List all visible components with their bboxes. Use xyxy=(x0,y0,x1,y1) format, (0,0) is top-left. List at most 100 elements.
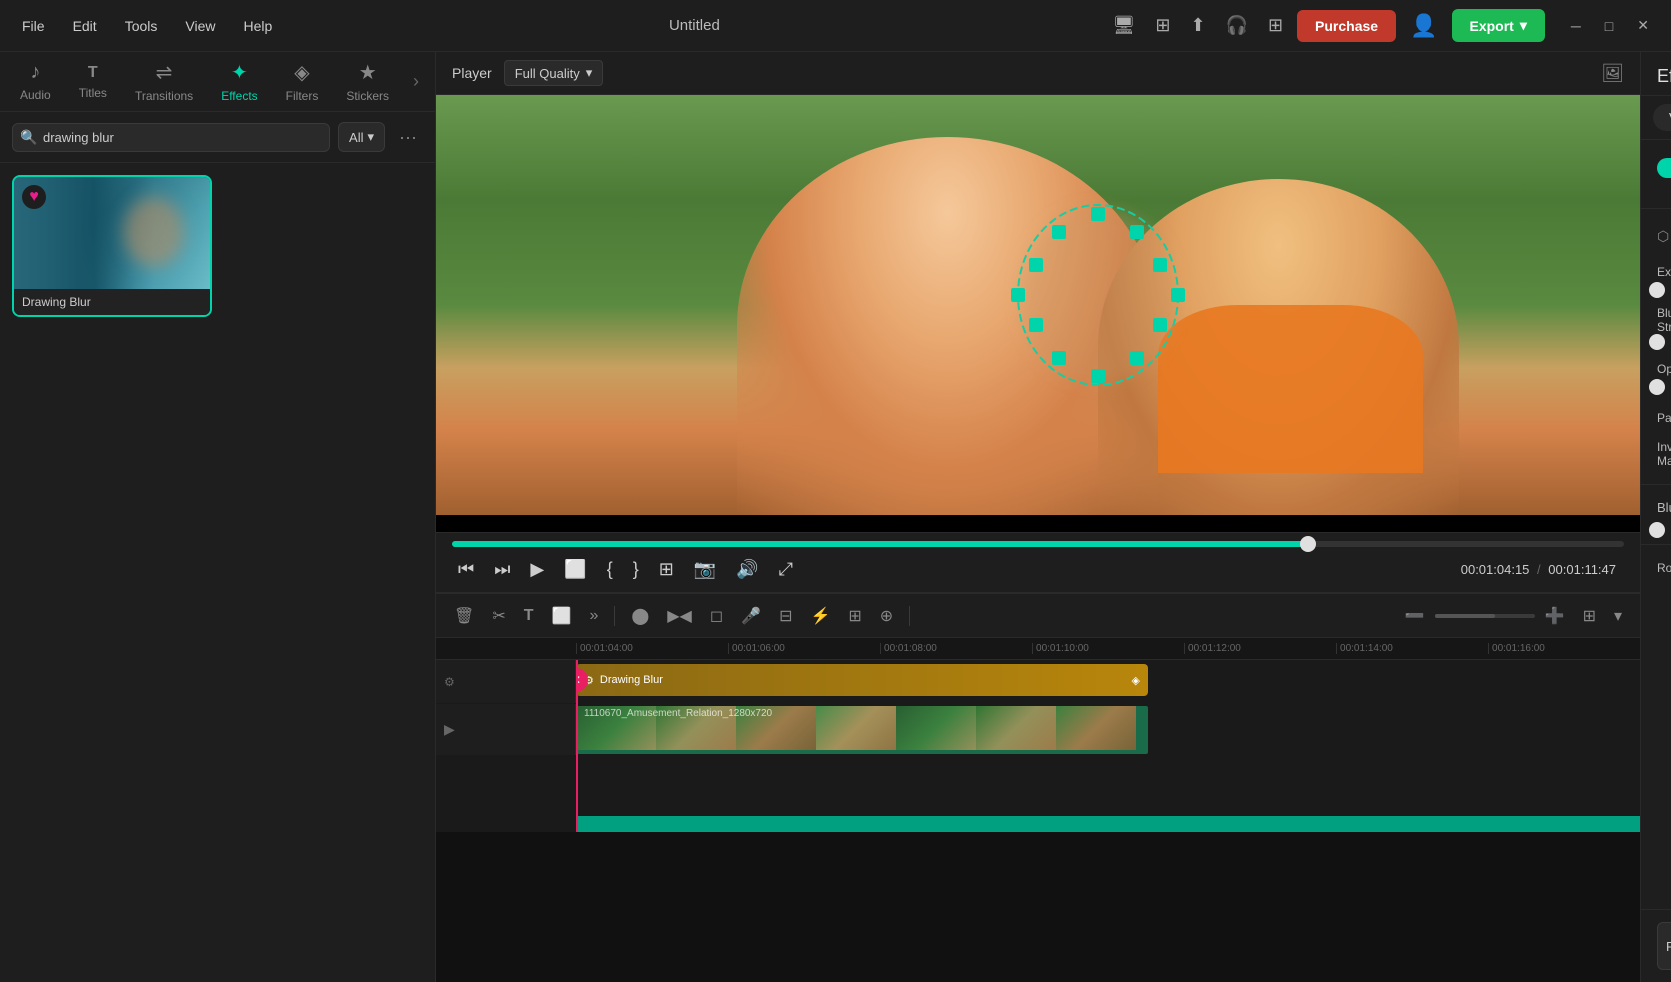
maximize-button[interactable]: □ xyxy=(1595,11,1623,40)
menu-edit[interactable]: Edit xyxy=(63,12,107,40)
headphone-icon[interactable]: 🎧 xyxy=(1220,9,1254,42)
extend-thumb[interactable] xyxy=(1649,282,1665,298)
time-display: 00:01:04:15 / 00:01:11:47 xyxy=(1461,562,1616,577)
top-icons: 🖥 ⊞ ⬆ 🎧 ⊞ Purchase 👤 Export ▾ xyxy=(1106,7,1544,45)
video-clip[interactable]: 1110670_Amusement_Relation_1280x720 xyxy=(576,706,1148,754)
track-color-bar xyxy=(576,816,1640,832)
close-button[interactable]: ✕ xyxy=(1627,11,1659,40)
effects-icon: ✦ xyxy=(231,60,248,85)
grid-icon[interactable]: ⊞ xyxy=(1262,9,1289,42)
upload-icon[interactable]: ⬆ xyxy=(1184,9,1211,42)
clip-button[interactable]: ⊟ xyxy=(773,602,798,630)
settings-button[interactable]: ▾ xyxy=(1608,602,1628,630)
blur-thumb[interactable] xyxy=(1649,522,1665,538)
text-button[interactable]: T xyxy=(518,603,540,629)
tab-stickers[interactable]: ★ Stickers xyxy=(334,54,401,109)
blur-strength-thumb[interactable] xyxy=(1649,334,1665,350)
progress-bar[interactable] xyxy=(452,541,1624,547)
insert-button[interactable]: ⊕ xyxy=(874,602,899,630)
audio-icon: ♪ xyxy=(30,61,40,84)
quality-select[interactable]: Full Quality ▾ xyxy=(504,60,604,86)
screenshot-button[interactable]: 📷 xyxy=(688,555,722,584)
mask-button[interactable]: ◻ xyxy=(704,602,729,630)
zoom-in-button[interactable]: ➕ xyxy=(1539,602,1571,630)
ruler-marks: 00:01:04:00 00:01:06:00 00:01:08:00 00:0… xyxy=(576,643,1640,654)
expand-tabs-icon[interactable]: › xyxy=(405,67,427,96)
fx-clip[interactable]: ✕ ⚙ Drawing Blur ◈ xyxy=(576,664,1148,696)
ruler-mark-6: 00:01:14:00 xyxy=(1336,643,1488,654)
tab-video[interactable]: Video xyxy=(1653,104,1671,131)
remove-clip-button[interactable]: ✕ xyxy=(576,668,588,692)
transition-button[interactable]: ▶◀ xyxy=(661,602,698,630)
clip-end-icon: ◈ xyxy=(1132,674,1140,687)
progress-fill xyxy=(452,541,1308,547)
filter-dropdown[interactable]: All ▾ xyxy=(338,122,385,152)
fx-track: ⚙ ✕ ⚙ Drawing Blur ◈ xyxy=(436,660,1640,704)
color-button[interactable]: ⬤ xyxy=(625,602,655,630)
step-forward-button[interactable]: ⏭ xyxy=(488,555,516,584)
player-area: Player Full Quality ▾ 🖼 xyxy=(436,52,1640,592)
video-track: ▶ 1110670_Amusement_Relation_1280x720 xyxy=(436,704,1640,756)
cut-button[interactable]: ✂ xyxy=(486,602,511,630)
search-wrap: 🔍 xyxy=(12,123,330,152)
effect-card-drawing-blur[interactable]: ♥ Drawing Blur xyxy=(12,175,212,317)
tab-transitions[interactable]: ⇌ Transitions xyxy=(123,54,205,109)
stop-button[interactable]: ⬜ xyxy=(558,555,592,584)
bottom-buttons: Reset Keyframe Panel xyxy=(1641,909,1671,982)
tab-titles[interactable]: T Titles xyxy=(67,58,119,106)
path-label: Path xyxy=(1657,411,1671,425)
ruler-mark-2: 00:01:06:00 xyxy=(728,643,880,654)
video-track-icon: ▶ xyxy=(444,721,455,738)
extend-label: Extend xyxy=(1657,265,1671,279)
ruler-mark-4: 00:01:10:00 xyxy=(1032,643,1184,654)
purchase-button[interactable]: Purchase xyxy=(1297,10,1396,42)
effect-toggle[interactable] xyxy=(1657,158,1671,178)
invert-mask-label: Invert Mask xyxy=(1657,440,1671,468)
delete-clip-button[interactable]: 🗑 xyxy=(448,602,480,630)
tab-effects[interactable]: ✦ Effects xyxy=(209,54,269,109)
play-button[interactable]: ▶ xyxy=(524,555,550,584)
video-track-header: ▶ xyxy=(436,704,576,755)
tab-audio[interactable]: ♪ Audio xyxy=(8,55,63,108)
export-button[interactable]: Export ▾ xyxy=(1452,9,1545,42)
menu-file[interactable]: File xyxy=(12,12,55,40)
split-icon[interactable]: ⊞ xyxy=(1149,9,1176,42)
mic-button[interactable]: 🎤 xyxy=(735,602,767,630)
fullscreen-button[interactable]: ⤢ xyxy=(773,555,799,584)
gallery-icon[interactable]: 🖼 xyxy=(1601,63,1624,84)
menu-tools[interactable]: Tools xyxy=(115,12,168,40)
blur-label: Blur xyxy=(1657,500,1671,515)
avatar-icon[interactable]: 👤 xyxy=(1404,7,1443,45)
ruler-mark-1: 00:01:04:00 xyxy=(576,643,728,654)
tab-filters[interactable]: ◈ Filters xyxy=(274,54,331,109)
mask-icon: ⬡ xyxy=(1657,228,1669,245)
video-track-body: 1110670_Amusement_Relation_1280x720 xyxy=(576,704,1640,755)
left-panel: ♪ Audio T Titles ⇌ Transitions ✦ Effects… xyxy=(0,52,436,982)
right-panel-title: Effects xyxy=(1641,52,1671,96)
monitor-icon[interactable]: 🖥 xyxy=(1106,9,1141,42)
overlay-button[interactable]: ⊞ xyxy=(842,602,867,630)
volume-button[interactable]: 🔊 xyxy=(730,555,764,584)
crop-icon[interactable]: ⊞ xyxy=(653,555,680,584)
opacity-thumb[interactable] xyxy=(1649,379,1665,395)
opacity-label: Opacity xyxy=(1657,362,1671,376)
mark-in-button[interactable]: { xyxy=(601,555,619,584)
menu-view[interactable]: View xyxy=(175,12,225,40)
menu-help[interactable]: Help xyxy=(233,12,282,40)
more-tools-button[interactable]: » xyxy=(583,603,604,629)
crop-button[interactable]: ⬜ xyxy=(546,602,578,630)
separator xyxy=(614,606,615,626)
reset-button[interactable]: Reset xyxy=(1657,922,1671,970)
mark-out-button[interactable]: } xyxy=(627,555,645,584)
ruler-mark-7: 00:01:16:00 xyxy=(1488,643,1640,654)
minimize-button[interactable]: ─ xyxy=(1561,11,1591,40)
search-input[interactable] xyxy=(12,123,330,152)
rewind-button[interactable]: ⏮ xyxy=(452,555,480,584)
zoom-out-button[interactable]: ➖ xyxy=(1399,602,1431,630)
more-options-button[interactable]: ··· xyxy=(393,123,423,152)
zoom-bar xyxy=(1435,614,1535,618)
progress-thumb[interactable] xyxy=(1300,536,1316,552)
grid-view-button[interactable]: ⊞ xyxy=(1577,602,1602,630)
clip-thumb-7 xyxy=(1056,706,1136,750)
fx-button[interactable]: ⚡ xyxy=(804,602,836,630)
